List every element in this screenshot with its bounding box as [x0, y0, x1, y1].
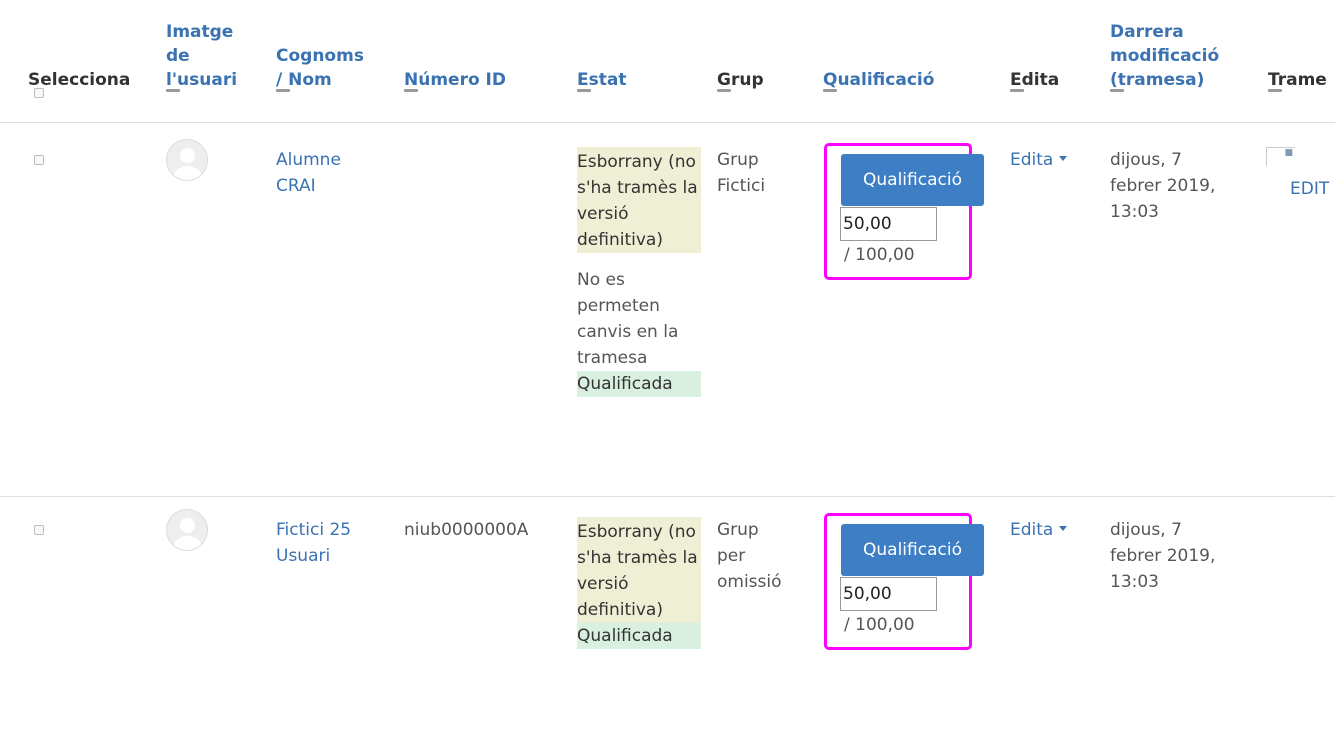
cell-grade: Qualificació / 100,00: [815, 496, 1002, 726]
row-select-checkbox[interactable]: [34, 524, 44, 535]
header-lastmodified: Darrera modificació (tramesa): [1102, 0, 1260, 122]
status-draft-badge: Esborrany (no s'ha tramès la versió defi…: [577, 146, 701, 253]
collapse-group-icon[interactable]: [717, 88, 731, 92]
status-graded-badge: Qualificada: [577, 370, 701, 397]
status-graded-badge: Qualificada: [577, 622, 701, 649]
grading-page: Selecciona Imatge de l'usuari Cognoms / …: [0, 0, 1335, 755]
table-row: Alumne CRAI Esborrany (no s'ha tramès la…: [0, 122, 1335, 496]
cell-lastmodified: dijous, 7 febrer 2019, 13:03: [1102, 122, 1260, 496]
cell-select: [0, 122, 158, 496]
cell-lastmodified: dijous, 7 febrer 2019, 13:03: [1102, 496, 1260, 726]
grading-table: Selecciona Imatge de l'usuari Cognoms / …: [0, 0, 1335, 726]
header-select: Selecciona: [0, 0, 158, 122]
collapse-picture-icon[interactable]: [166, 88, 180, 92]
grade-max: / 100,00: [844, 244, 915, 265]
table-row: Fictici 25 Usuari niub0000000A Esborrany…: [0, 496, 1335, 726]
grade-input[interactable]: [840, 206, 937, 241]
cell-submission: [1260, 496, 1335, 726]
grade-input[interactable]: [840, 576, 937, 611]
collapse-submission-icon[interactable]: [1268, 88, 1282, 92]
cell-grade: Qualificació / 100,00: [815, 122, 1002, 496]
header-fullname: Cognoms / Nom: [268, 0, 396, 122]
id-number: niub0000000A: [404, 519, 529, 540]
user-name-link[interactable]: Fictici 25 Usuari: [276, 517, 376, 569]
edit-menu-label: Edita: [1010, 519, 1054, 540]
caret-down-icon: [1059, 155, 1068, 161]
header-idnumber: Número ID: [396, 0, 569, 122]
cell-group: Grup per omissió: [709, 496, 815, 726]
cell-select: [0, 496, 158, 726]
edit-menu-label: Edita: [1010, 149, 1054, 170]
avatar[interactable]: [166, 508, 208, 551]
header-edit: Edita: [1002, 0, 1102, 122]
header-lastmodified-link[interactable]: Darrera modificació (tramesa): [1110, 20, 1240, 92]
grade-button[interactable]: Qualificació: [841, 523, 984, 576]
cell-idnumber: [396, 122, 569, 496]
user-name-link[interactable]: Alumne CRAI: [276, 147, 356, 199]
header-fullname-link[interactable]: Cognoms / Nom: [276, 44, 366, 92]
grade-max: / 100,00: [844, 614, 915, 635]
collapse-grade-icon[interactable]: [823, 88, 837, 92]
last-modified-date: dijous, 7 febrer 2019, 13:03: [1110, 519, 1216, 592]
cell-edit: Edita: [1002, 496, 1102, 726]
cell-status: Esborrany (no s'ha tramès la versió defi…: [569, 122, 709, 496]
header-idnumber-link[interactable]: Número ID: [404, 70, 506, 90]
status-note: No es permeten canvis en la tramesa: [577, 269, 679, 368]
cell-picture: [158, 496, 268, 726]
header-picture-link[interactable]: Imatge de l'usuari: [166, 20, 256, 92]
broken-image-icon: ■: [1266, 146, 1295, 166]
status-draft-badge: Esborrany (no s'ha tramès la versió defi…: [577, 516, 701, 623]
header-group-label: Grup: [717, 69, 764, 90]
header-select-label: Selecciona: [28, 69, 131, 90]
submission-edit-link[interactable]: EDIT: [1290, 176, 1335, 202]
header-submission: Trame: [1260, 0, 1335, 122]
header-grade: Qualificació: [815, 0, 1002, 122]
collapse-fullname-icon[interactable]: [276, 88, 290, 92]
cell-group: Grup Fictici: [709, 122, 815, 496]
collapse-edit-icon[interactable]: [1010, 88, 1024, 92]
grade-button[interactable]: Qualificació: [841, 153, 984, 206]
cell-fullname: Fictici 25 Usuari: [268, 496, 396, 726]
cell-idnumber: niub0000000A: [396, 496, 569, 726]
header-picture: Imatge de l'usuari: [158, 0, 268, 122]
cell-edit: Edita: [1002, 122, 1102, 496]
cell-status: Esborrany (no s'ha tramès la versió defi…: [569, 496, 709, 726]
cell-picture: [158, 122, 268, 496]
avatar[interactable]: [166, 138, 208, 181]
group-name: Grup Fictici: [717, 149, 766, 196]
group-name: Grup per omissió: [717, 519, 782, 592]
cell-submission: ■ EDIT: [1260, 122, 1335, 496]
last-modified-date: dijous, 7 febrer 2019, 13:03: [1110, 149, 1216, 222]
collapse-status-icon[interactable]: [577, 88, 591, 92]
edit-menu[interactable]: Edita: [1010, 149, 1068, 170]
row-select-checkbox[interactable]: [34, 154, 44, 165]
header-submission-label: Trame: [1268, 69, 1327, 90]
caret-down-icon: [1059, 525, 1068, 531]
select-all-checkbox[interactable]: [34, 87, 44, 98]
grade-highlight-box: Qualificació / 100,00: [824, 142, 984, 280]
cell-fullname: Alumne CRAI: [268, 122, 396, 496]
header-status: Estat: [569, 0, 709, 122]
grade-highlight-box: Qualificació / 100,00: [824, 512, 984, 650]
collapse-lastmodified-icon[interactable]: [1110, 88, 1124, 92]
header-grade-link[interactable]: Qualificació: [823, 70, 934, 90]
header-edit-label: Edita: [1010, 69, 1060, 90]
header-status-link[interactable]: Estat: [577, 70, 626, 90]
collapse-idnumber-icon[interactable]: [404, 88, 418, 92]
edit-menu[interactable]: Edita: [1010, 519, 1068, 540]
table-header: Selecciona Imatge de l'usuari Cognoms / …: [0, 0, 1335, 122]
header-group: Grup: [709, 0, 815, 122]
